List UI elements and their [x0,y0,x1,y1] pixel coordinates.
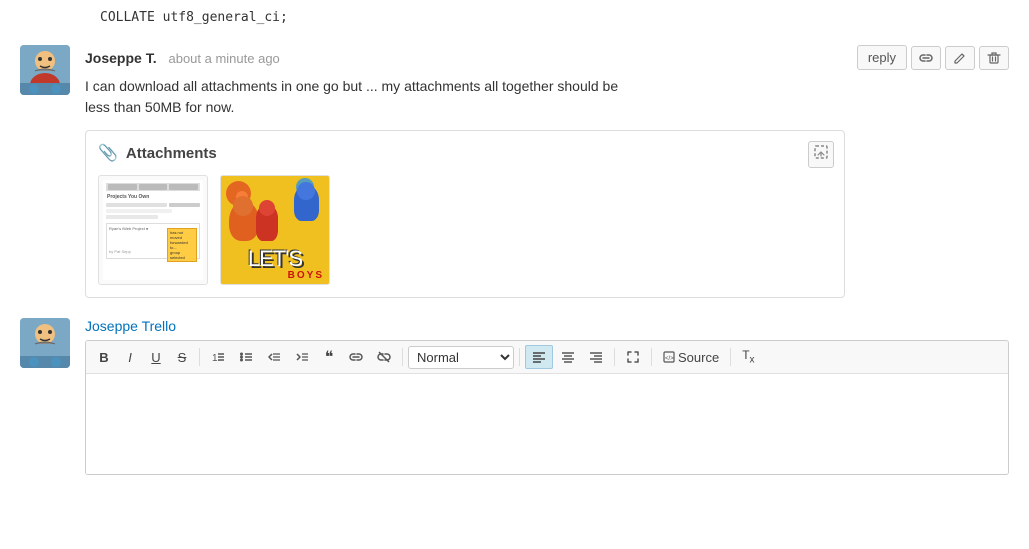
comment-content: Joseppe T. about a minute ago reply [85,45,1009,298]
attachment-thumbnail-1[interactable]: Projects You Own Ryan's iWeb Project ● h… [98,175,208,285]
expand-button[interactable] [808,141,834,168]
indent-decrease-icon [267,350,281,364]
editor-avatar [20,318,70,368]
remove-link-button[interactable] [371,345,397,369]
expand-icon [813,144,829,160]
indent-increase-button[interactable] [289,345,315,369]
comment-author: Joseppe T. [85,50,157,66]
bold-button[interactable]: B [92,345,116,369]
align-right-icon [589,350,603,364]
align-left-button[interactable] [525,345,553,369]
source-icon: </> [663,351,675,363]
comment-block: Joseppe T. about a minute ago reply [20,45,1009,298]
ordered-list-icon: 1. [211,350,225,364]
editor-block: Joseppe Trello B I U S 1. [20,318,1009,475]
toolbar-sep-3 [519,348,520,366]
avatar [20,45,70,95]
svg-text:</>: </> [665,356,674,362]
indent-decrease-button[interactable] [261,345,287,369]
paperclip-icon: 📎 [98,143,118,163]
attachments-grid: Projects You Own Ryan's iWeb Project ● h… [98,175,832,285]
insert-link-icon [349,350,363,364]
strikethrough-button[interactable]: S [170,345,194,369]
fullscreen-button[interactable] [620,345,646,369]
clear-format-button[interactable]: Tx [736,345,760,369]
fullscreen-icon [626,350,640,364]
align-center-icon [561,350,575,364]
format-select[interactable]: Normal Heading 1 Heading 2 Heading 3 Pre… [408,346,514,369]
underline-button[interactable]: U [144,345,168,369]
align-left-icon [532,350,546,364]
edit-icon [953,51,967,65]
remove-link-icon [377,350,391,364]
align-center-button[interactable] [555,345,581,369]
reply-button[interactable]: reply [857,45,907,70]
toolbar-sep-1 [199,348,200,366]
insert-link-button[interactable] [343,345,369,369]
toolbar-sep-5 [651,348,652,366]
editor-body[interactable] [86,374,1008,474]
delete-button[interactable] [979,46,1009,70]
unordered-list-button[interactable] [233,345,259,369]
comment-meta: Joseppe T. about a minute ago [85,50,280,66]
editor-wrapper: Joseppe Trello B I U S 1. [85,318,1009,475]
italic-button[interactable]: I [118,345,142,369]
source-label: Source [678,350,719,365]
unordered-list-icon [239,350,253,364]
link-button[interactable] [911,46,941,70]
attachments-box: 📎 Attachments [85,130,845,298]
align-right-button[interactable] [583,345,609,369]
code-line: COLLATE utf8_general_ci; [20,10,1009,25]
comment-time: about a minute ago [168,51,279,66]
source-button[interactable]: </> Source [657,345,725,369]
comment-header: Joseppe T. about a minute ago reply [85,45,1009,70]
comment-text: I can download all attachments in one go… [85,76,1009,118]
attachments-title: Attachments [126,145,217,162]
editor-toolbar: B I U S 1. [86,341,1008,374]
toolbar-sep-4 [614,348,615,366]
attachment-thumbnail-2[interactable]: LET'S BOYS [220,175,330,285]
indent-increase-icon [295,350,309,364]
ordered-list-button[interactable]: 1. [205,345,231,369]
attachments-header: 📎 Attachments [98,143,832,163]
comment-actions: reply [857,45,1009,70]
edit-button[interactable] [945,46,975,70]
editor-author: Joseppe Trello [85,318,1009,334]
link-icon [919,51,933,65]
trash-icon [987,51,1001,65]
editor-container: B I U S 1. [85,340,1009,475]
quote-button[interactable]: ❝ [317,345,341,369]
toolbar-sep-2 [402,348,403,366]
clear-format-label: Tx [742,348,754,365]
toolbar-sep-6 [730,348,731,366]
